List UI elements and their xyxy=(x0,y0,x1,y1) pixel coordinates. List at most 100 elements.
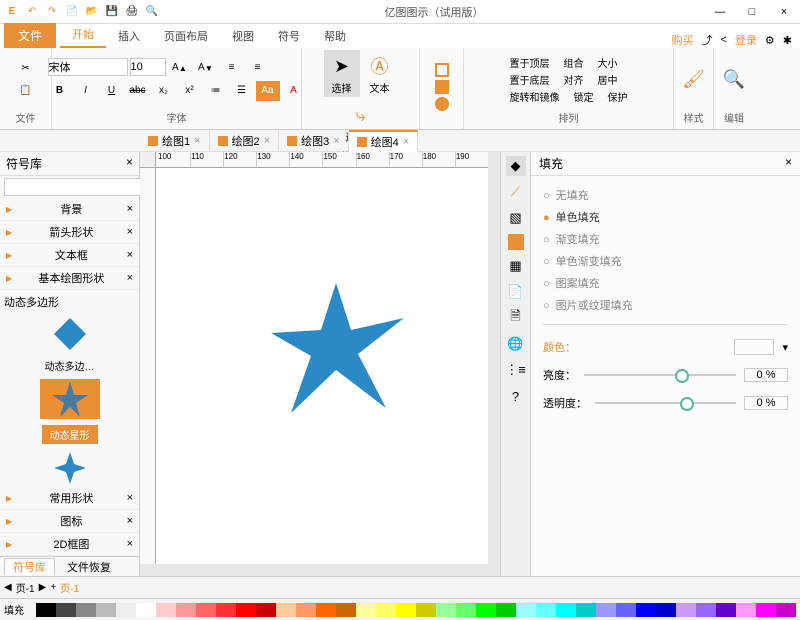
align-cmd[interactable]: 对齐 xyxy=(564,72,584,87)
bullet-icon[interactable]: ≔ xyxy=(204,81,228,101)
strike-button[interactable]: abc xyxy=(126,81,150,101)
paste-icon[interactable]: ✂ xyxy=(14,58,38,78)
cat-background[interactable]: 背景× xyxy=(0,198,139,221)
bright-slider[interactable] xyxy=(584,374,736,376)
globe-tool-icon[interactable]: 🌐 xyxy=(506,334,526,354)
fill-solid[interactable]: 单色填充 xyxy=(543,206,788,228)
cat-icon[interactable]: 图标× xyxy=(0,510,139,533)
size-cmd[interactable]: 大小 xyxy=(598,55,618,70)
cat-common[interactable]: 常用形状× xyxy=(0,487,139,510)
print-icon[interactable]: 🖨 xyxy=(124,4,140,20)
linespace-icon[interactable]: ≡ xyxy=(220,58,244,78)
fill-pattern[interactable]: 图案填充 xyxy=(543,272,788,294)
right-close-icon[interactable]: × xyxy=(785,155,792,172)
page-next-icon[interactable]: ▶ xyxy=(39,582,47,593)
cat-arrow[interactable]: 箭头形状× xyxy=(0,221,139,244)
page-prev-icon[interactable]: ◀ xyxy=(4,582,12,593)
minimize-button[interactable]: — xyxy=(708,6,732,18)
circle-fill-icon[interactable] xyxy=(435,97,449,111)
preview-icon[interactable]: 🔍 xyxy=(144,4,160,20)
settings-icon[interactable]: ⚙ xyxy=(765,34,775,47)
bold-button[interactable]: B xyxy=(48,81,72,101)
app-icon[interactable]: ✱ xyxy=(783,34,792,47)
canvas[interactable] xyxy=(156,168,488,564)
props-tool-icon[interactable]: ⋮≡ xyxy=(506,360,526,380)
shadow-tool-icon[interactable]: ▧ xyxy=(506,208,526,228)
page-tab[interactable]: 页-1 xyxy=(16,580,35,595)
fill-none[interactable]: 无填充 xyxy=(543,184,788,206)
align-icon[interactable]: ≡ xyxy=(246,58,270,78)
new-icon[interactable]: 📄 xyxy=(64,4,80,20)
underline-button[interactable]: U xyxy=(100,81,124,101)
open-icon[interactable]: 📂 xyxy=(84,4,100,20)
login-link[interactable]: 登录 xyxy=(735,32,757,48)
star-shape[interactable] xyxy=(266,278,406,418)
font-size-select[interactable] xyxy=(130,58,166,76)
tab-symbol[interactable]: 符号 xyxy=(266,24,312,48)
tab-view[interactable]: 视图 xyxy=(220,24,266,48)
select-tool[interactable]: ➤选择 xyxy=(324,50,360,97)
trans-slider[interactable] xyxy=(595,402,736,404)
rotate-cmd[interactable]: 旋转和镜像 xyxy=(510,89,560,104)
send-back[interactable]: 置于底层 xyxy=(510,72,550,87)
sup-button[interactable]: x² xyxy=(178,81,202,101)
sub-button[interactable]: x₂ xyxy=(152,81,176,101)
undo-icon[interactable]: ↶ xyxy=(24,4,40,20)
layer-tool-icon[interactable]: 🗎 xyxy=(506,308,526,328)
tab-home[interactable]: 开始 xyxy=(60,22,106,48)
italic-button[interactable]: I xyxy=(74,81,98,101)
buy-link[interactable]: 购买 xyxy=(671,32,693,48)
maximize-button[interactable]: □ xyxy=(740,6,764,18)
doc-tab-3[interactable]: 绘图3× xyxy=(279,131,349,151)
group-cmd[interactable]: 组合 xyxy=(564,55,584,70)
bring-front[interactable]: 置于顶层 xyxy=(510,55,550,70)
btab-symbol[interactable]: 符号库 xyxy=(4,558,55,575)
thumb-star4[interactable] xyxy=(40,450,100,486)
rect-shape-icon[interactable] xyxy=(435,63,449,77)
color-tool-icon[interactable] xyxy=(508,234,524,250)
doc-tab-1[interactable]: 绘图1× xyxy=(140,131,210,151)
protect-cmd[interactable]: 保护 xyxy=(608,89,628,104)
text-tool[interactable]: Ⓐ文本 xyxy=(362,50,398,97)
center-cmd[interactable]: 居中 xyxy=(598,72,618,87)
font-name-select[interactable] xyxy=(48,58,128,76)
close-button[interactable]: × xyxy=(772,6,796,18)
style-icon[interactable]: 🖌 xyxy=(682,69,705,90)
lock-cmd[interactable]: 锁定 xyxy=(574,89,594,104)
tab-insert[interactable]: 插入 xyxy=(106,24,152,48)
doc-tab-4[interactable]: 绘图4× xyxy=(349,130,419,152)
fill-tool-icon[interactable]: ◆ xyxy=(506,156,526,176)
trans-value[interactable]: 0 % xyxy=(744,396,788,410)
file-tab[interactable]: 文件 xyxy=(4,23,56,48)
highlight-icon[interactable]: Aa xyxy=(256,81,280,101)
shrink-font-icon[interactable]: A▼ xyxy=(194,58,218,78)
fill-picture[interactable]: 图片或纹理填充 xyxy=(543,294,788,316)
btab-recover[interactable]: 文件恢复 xyxy=(59,559,119,575)
line-tool-icon[interactable]: ⟋ xyxy=(506,182,526,202)
page-tool-icon[interactable]: 📄 xyxy=(506,282,526,302)
number-icon[interactable]: ☰ xyxy=(230,81,254,101)
redo-icon[interactable]: ↷ xyxy=(44,4,60,20)
left-close-icon[interactable]: × xyxy=(126,155,133,172)
tab-help[interactable]: 帮助 xyxy=(312,24,358,48)
cat-basic[interactable]: 基本绘图形状× xyxy=(0,267,139,290)
grow-font-icon[interactable]: A▲ xyxy=(168,58,192,78)
export-icon[interactable]: ⤴ xyxy=(701,32,712,48)
fill-solid-gradient[interactable]: 单色渐变填充 xyxy=(543,250,788,272)
page-add-icon[interactable]: + xyxy=(50,582,56,593)
doc-tab-2[interactable]: 绘图2× xyxy=(210,131,280,151)
thumb-star[interactable] xyxy=(40,379,100,419)
save-icon[interactable]: 💾 xyxy=(104,4,120,20)
color-swatch[interactable] xyxy=(734,339,774,355)
thumb-diamond[interactable] xyxy=(40,316,100,352)
cat-2d[interactable]: 2D框图× xyxy=(0,533,139,556)
color-palette[interactable] xyxy=(36,603,796,617)
tab-layout[interactable]: 页面布局 xyxy=(152,24,220,48)
help-tool-icon[interactable]: ? xyxy=(506,386,526,406)
layout-tool-icon[interactable]: ▦ xyxy=(506,256,526,276)
cat-textbox[interactable]: 文本框× xyxy=(0,244,139,267)
page-active[interactable]: 页-1 xyxy=(60,580,79,595)
edit-icon[interactable]: 🔍 xyxy=(723,69,745,90)
rect-fill-icon[interactable] xyxy=(435,80,449,94)
fill-gradient[interactable]: 渐变填充 xyxy=(543,228,788,250)
